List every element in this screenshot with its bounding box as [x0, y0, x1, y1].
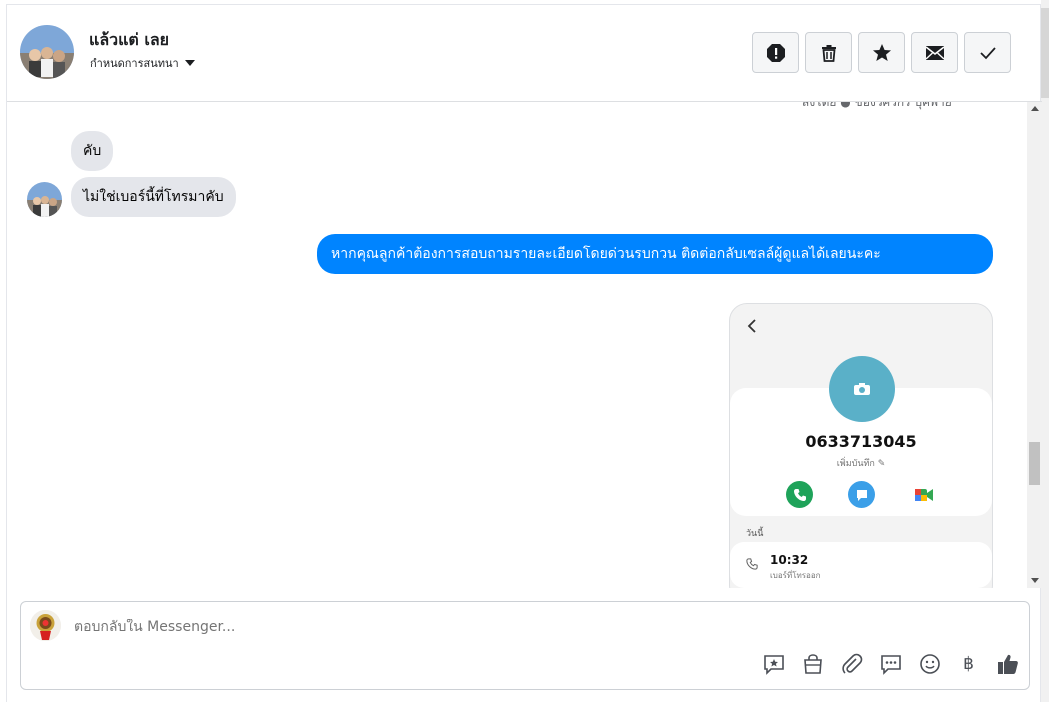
- video-call-icon: [910, 481, 937, 508]
- attach-icon: [841, 653, 862, 674]
- caret-down-icon: [184, 60, 195, 66]
- emoji-icon: [919, 653, 940, 674]
- chat-options-button[interactable]: [879, 652, 902, 675]
- mark-unread-button[interactable]: [911, 32, 958, 73]
- star-button[interactable]: [858, 32, 905, 73]
- chat-options-icon: [880, 654, 901, 675]
- scroll-down-icon[interactable]: [1031, 578, 1039, 583]
- reply-composer: ฿: [20, 601, 1030, 690]
- add-note-text: เพิ่มบันทึก: [836, 459, 875, 469]
- composer-toolbar: ฿: [762, 652, 1019, 675]
- message-icon: [848, 481, 875, 508]
- outgoing-call-icon: [746, 558, 758, 570]
- mail-icon: [925, 45, 944, 60]
- page-scrollbar-thumb[interactable]: [1041, 8, 1049, 98]
- incoming-message[interactable]: ไม่ใช่เบอร์นี้ที่โทรมาคับ: [71, 177, 236, 217]
- page-avatar: [30, 610, 61, 641]
- conversation-header: แล้วแต่ เลย กำหนดการสนทนา: [7, 5, 1042, 102]
- assign-conversation-dropdown[interactable]: กำหนดการสนทนา: [90, 54, 195, 72]
- baht-icon: ฿: [963, 653, 974, 674]
- alert-icon: [766, 43, 785, 62]
- contact-avatar-small[interactable]: [27, 182, 62, 217]
- inbox-conversation-panel: แล้วแต่ เลย กำหนดการสนทนา ส่งโดย ● ของวิ…: [6, 4, 1042, 702]
- today-label: วันนี้: [746, 529, 764, 539]
- assign-label: กำหนดการสนทนา: [90, 57, 179, 70]
- page-scrollbar[interactable]: [1041, 0, 1049, 702]
- incoming-message[interactable]: คับ: [71, 131, 114, 171]
- saved-reply-icon: [763, 654, 784, 675]
- star-icon: [872, 43, 891, 61]
- like-icon: [997, 654, 1018, 674]
- contact-photo-icon: [829, 356, 895, 422]
- shop-bag-icon: [803, 653, 822, 674]
- check-icon: [979, 46, 996, 59]
- outgoing-message[interactable]: หากคุณลูกค้าต้องการสอบถามรายละเอียดโดยด่…: [317, 234, 993, 274]
- contact-name[interactable]: แล้วแต่ เลย: [89, 28, 169, 53]
- payment-button[interactable]: ฿: [957, 652, 980, 675]
- call-log-entry: 10:32 เบอร์ที่โทรออก: [730, 542, 992, 588]
- mark-spam-button[interactable]: [752, 32, 799, 73]
- conversation-actions: [752, 32, 1011, 73]
- call-icon: [786, 481, 813, 508]
- mark-done-button[interactable]: [964, 32, 1011, 73]
- sent-by-meta: ส่งโดย ● ของวิศวกร บุคพาย: [802, 102, 952, 109]
- back-arrow-icon: [747, 319, 756, 333]
- saved-reply-button[interactable]: [762, 652, 785, 675]
- contact-avatar[interactable]: [20, 25, 74, 79]
- delete-button[interactable]: [805, 32, 852, 73]
- like-button[interactable]: [996, 652, 1019, 675]
- image-attachment[interactable]: 0633713045 เพิ่มบันทึก ✎ วันนี้ 10:32 เบ…: [729, 303, 993, 588]
- thread-scrollbar[interactable]: [1027, 102, 1042, 588]
- reply-input[interactable]: [74, 619, 674, 635]
- phone-number: 0633713045: [805, 432, 917, 451]
- message-thread[interactable]: ส่งโดย ● ของวิศวกร บุคพาย คับ ไม่ใช่เบอร…: [7, 102, 1042, 588]
- call-type: เบอร์ที่โทรออก: [770, 571, 821, 580]
- shop-button[interactable]: [801, 652, 824, 675]
- thread-scrollbar-thumb[interactable]: [1029, 442, 1040, 485]
- attach-button[interactable]: [840, 652, 863, 675]
- call-time: 10:32: [770, 553, 809, 567]
- trash-icon: [821, 44, 836, 62]
- add-note-label: เพิ่มบันทึก ✎: [836, 459, 886, 469]
- emoji-button[interactable]: [918, 652, 941, 675]
- scroll-up-icon[interactable]: [1031, 106, 1039, 111]
